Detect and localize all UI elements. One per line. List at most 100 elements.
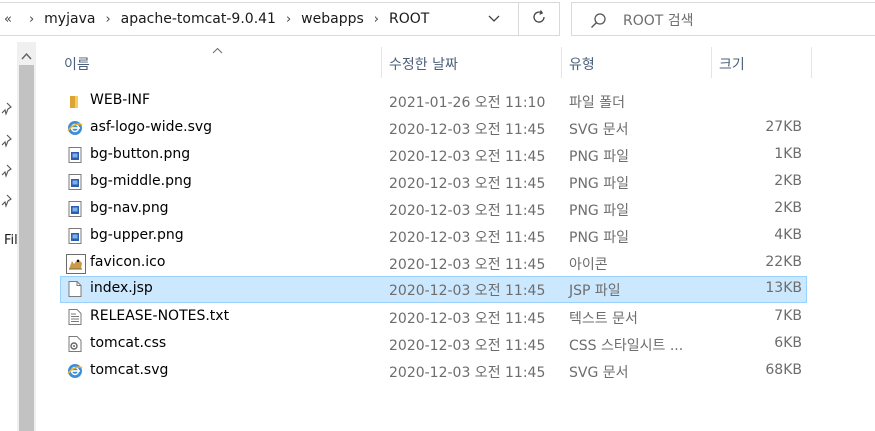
file-name: bg-button.png — [90, 146, 191, 162]
column-header-size[interactable]: 크기 — [712, 47, 811, 78]
file-row-tomcat-svg[interactable]: tomcat.svg 2020-12-03 오전 11:45 SVG 문서 68… — [60, 358, 807, 385]
column-header-name-label: 이름 — [64, 57, 90, 73]
file-name: tomcat.svg — [90, 362, 169, 378]
column-header-size-label: 크기 — [719, 57, 745, 73]
breadcrumb-overflow-button[interactable]: « — [4, 12, 12, 27]
file-date: 2021-01-26 오전 11:10 — [389, 95, 546, 111]
file-row-web-inf[interactable]: WEB-INF 2021-01-26 오전 11:10 파일 폴더 — [60, 88, 807, 115]
breadcrumb-separator[interactable]: › — [29, 12, 34, 27]
file-date: 2020-12-03 오전 11:45 — [389, 149, 546, 165]
search-box[interactable]: ROOT 검색 — [571, 2, 875, 36]
file-size: 22KB — [765, 254, 802, 270]
column-header-type[interactable]: 유형 — [562, 47, 711, 78]
file-type: PNG 파일 — [569, 176, 629, 192]
breadcrumb-separator[interactable]: › — [286, 12, 291, 27]
file-row-bg-nav-png[interactable]: bg-nav.png 2020-12-03 오전 11:45 PNG 파일 2K… — [60, 196, 807, 223]
file-type: PNG 파일 — [569, 230, 629, 246]
pin-icon[interactable] — [1, 134, 13, 152]
file-type: SVG 문서 — [569, 365, 629, 381]
file-row-bg-middle-png[interactable]: bg-middle.png 2020-12-03 오전 11:45 PNG 파일… — [60, 169, 807, 196]
file-name: tomcat.css — [90, 335, 167, 351]
file-size: 2KB — [774, 173, 802, 189]
folder-icon — [66, 92, 84, 110]
png-file-icon — [66, 146, 84, 164]
file-date: 2020-12-03 오전 11:45 — [389, 122, 546, 138]
file-size: 1KB — [774, 146, 802, 162]
file-date: 2020-12-03 오전 11:45 — [389, 311, 546, 327]
address-bar[interactable]: « › myjava › apache-tomcat-9.0.41 › weba… — [0, 2, 519, 36]
column-divider[interactable] — [811, 47, 812, 78]
file-size: 4KB — [774, 227, 802, 243]
breadcrumb-item-webapps[interactable]: webapps — [301, 11, 364, 27]
file-row-release-notes-txt[interactable]: RELEASE-NOTES.txt 2020-12-03 오전 11:45 텍스… — [60, 304, 807, 331]
chevron-down-icon[interactable] — [487, 13, 501, 29]
file-name: RELEASE-NOTES.txt — [90, 308, 230, 324]
file-name: asf-logo-wide.svg — [90, 119, 213, 135]
file-type: CSS 스타일시트 ... — [569, 338, 684, 354]
file-name: favicon.ico — [90, 254, 166, 270]
jsp-file-icon — [66, 280, 84, 298]
file-type: 파일 폴더 — [569, 95, 625, 111]
refresh-button[interactable] — [519, 2, 560, 36]
scroll-up-arrow-icon[interactable] — [21, 48, 32, 64]
pin-icon[interactable] — [1, 194, 13, 212]
favicon-icon — [66, 254, 86, 274]
file-row-favicon-ico[interactable]: favicon.ico 2020-12-03 오전 11:45 아이콘 22KB — [60, 250, 807, 277]
column-header-date-label: 수정한 날짜 — [389, 57, 458, 73]
file-type: 텍스트 문서 — [569, 311, 638, 327]
scroll-thumb[interactable] — [19, 65, 34, 431]
nav-item-label[interactable]: Fil — [4, 233, 17, 248]
file-size: 13KB — [765, 280, 802, 296]
refresh-icon — [531, 9, 547, 29]
file-date: 2020-12-03 오전 11:45 — [389, 338, 546, 354]
file-date: 2020-12-03 오전 11:45 — [389, 230, 546, 246]
svg-file-icon — [66, 362, 84, 380]
file-name: bg-middle.png — [90, 173, 192, 189]
file-date: 2020-12-03 오전 11:45 — [389, 283, 546, 299]
navigation-pane: Fil — [0, 42, 17, 431]
breadcrumb-separator[interactable]: › — [105, 12, 110, 27]
png-file-icon — [66, 200, 84, 218]
file-type: 아이콘 — [569, 257, 608, 273]
file-date: 2020-12-03 오전 11:45 — [389, 203, 546, 219]
file-size: 7KB — [774, 308, 802, 324]
file-date: 2020-12-03 오전 11:45 — [389, 176, 546, 192]
text-file-icon — [66, 308, 84, 326]
pin-icon[interactable] — [1, 102, 13, 120]
svg-file-icon — [66, 119, 84, 137]
search-icon — [590, 12, 607, 33]
png-file-icon — [66, 173, 84, 191]
file-name: bg-nav.png — [90, 200, 169, 216]
file-row-index-jsp[interactable]: index.jsp 2020-12-03 오전 11:45 JSP 파일 13K… — [60, 276, 807, 303]
breadcrumb-item-myjava[interactable]: myjava — [44, 11, 95, 27]
search-input[interactable]: ROOT 검색 — [623, 10, 694, 30]
toolbar: « › myjava › apache-tomcat-9.0.41 › weba… — [0, 0, 875, 42]
file-size: 2KB — [774, 200, 802, 216]
file-type: PNG 파일 — [569, 149, 629, 165]
file-size: 68KB — [765, 362, 802, 378]
breadcrumb-separator[interactable]: › — [374, 12, 379, 27]
file-row-bg-button-png[interactable]: bg-button.png 2020-12-03 오전 11:45 PNG 파일… — [60, 142, 807, 169]
file-row-asf-logo-wide-svg[interactable]: asf-logo-wide.svg 2020-12-03 오전 11:45 SV… — [60, 115, 807, 142]
pin-icon[interactable] — [1, 164, 13, 182]
file-type: SVG 문서 — [569, 122, 629, 138]
column-header-date[interactable]: 수정한 날짜 — [382, 47, 561, 78]
file-type: PNG 파일 — [569, 203, 629, 219]
css-file-icon — [66, 335, 84, 353]
file-name: WEB-INF — [90, 92, 150, 108]
column-header-type-label: 유형 — [569, 57, 595, 73]
file-row-bg-upper-png[interactable]: bg-upper.png 2020-12-03 오전 11:45 PNG 파일 … — [60, 223, 807, 250]
breadcrumb-item-root[interactable]: ROOT — [389, 11, 429, 27]
breadcrumb-item-tomcat[interactable]: apache-tomcat-9.0.41 — [121, 11, 276, 27]
png-file-icon — [66, 227, 84, 245]
file-date: 2020-12-03 오전 11:45 — [389, 365, 546, 381]
file-name: bg-upper.png — [90, 227, 184, 243]
column-header-name[interactable]: 이름 — [57, 47, 381, 78]
file-size: 6KB — [774, 335, 802, 351]
file-row-tomcat-css[interactable]: tomcat.css 2020-12-03 오전 11:45 CSS 스타일시트… — [60, 331, 807, 358]
file-size: 27KB — [765, 119, 802, 135]
breadcrumb: « › myjava › apache-tomcat-9.0.41 › weba… — [4, 3, 429, 35]
file-type: JSP 파일 — [569, 283, 621, 299]
file-name: index.jsp — [90, 280, 153, 296]
nav-scrollbar[interactable] — [17, 42, 36, 431]
